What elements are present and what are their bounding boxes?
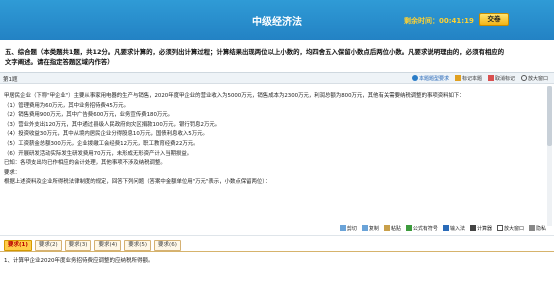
question-requirements-link[interactable]: 本题题型要求 xyxy=(411,75,449,82)
mark-question-label: 标记本题 xyxy=(461,76,482,82)
remaining-time: 剩余时间：00:41:19 xyxy=(404,17,474,25)
unmark-question-label: 取消标记 xyxy=(494,76,515,82)
exam-header: 中级经济法 剩余时间：00:41:19 交卷 xyxy=(0,0,554,40)
scrollbar-thumb[interactable] xyxy=(547,86,552,146)
unmark-question-button[interactable]: 取消标记 xyxy=(487,75,515,82)
passage-scrollbar[interactable] xyxy=(547,86,552,226)
input-method-label: 输入法 xyxy=(449,226,465,232)
passage-line: 根据上述资料及企业所得税法律制度的规定，回答下列问题（答案中金额单位用"万元"表… xyxy=(4,179,271,186)
privacy-button[interactable]: 隐私 xyxy=(528,225,546,232)
copy-button[interactable]: 复制 xyxy=(361,225,379,232)
passage-line: （2）销售费用900万元，其中广告费600万元，业务宣传费180万元。 xyxy=(4,112,174,119)
formula-icon xyxy=(405,225,412,231)
paste-button[interactable]: 粘贴 xyxy=(383,225,401,232)
formula-symbol-label: 公式有符号 xyxy=(412,226,438,232)
privacy-icon xyxy=(528,225,535,231)
passage-line: 要求： xyxy=(4,169,21,176)
case-passage: 甲居民企业（下称"甲企业"）主要从事家用电器的生产与销售，2020年度甲企业的营… xyxy=(4,92,542,188)
instructions-line-1: 五、综合题（本类题共1题，共12分。凡要求计算的，必须列出计算过程；计算结果出现… xyxy=(5,48,505,56)
copy-icon xyxy=(361,225,368,231)
passage-line: （5）工资薪金总额300万元，企业拨缴工会经费12万元，职工教育经费22万元。 xyxy=(4,140,199,147)
enlarge-answer-window-button[interactable]: 放大窗口 xyxy=(496,225,524,232)
paste-icon xyxy=(383,225,390,231)
tab-requirement-4[interactable]: 要求(4) xyxy=(94,240,122,251)
passage-line: （6）开展研发活动实际发生研发费用70万元，未形成无形资产计入当期损益。 xyxy=(4,150,193,157)
window-icon xyxy=(496,225,503,231)
enlarge-answer-window-label: 放大窗口 xyxy=(503,226,524,232)
copy-label: 复制 xyxy=(368,226,379,232)
calculator-label: 计算器 xyxy=(476,226,492,232)
formula-symbol-button[interactable]: 公式有符号 xyxy=(405,225,438,232)
question-tools: 本题题型要求 标记本题 取消标记 放大窗口 xyxy=(411,75,548,82)
privacy-label: 隐私 xyxy=(535,226,546,232)
subquestion-text: 1、计算甲企业2020年度业务招待费应调整的应纳税所得额。 xyxy=(4,258,154,264)
tab-requirement-6[interactable]: 要求(6) xyxy=(154,240,181,251)
magnify-icon xyxy=(520,75,527,81)
calculator-button[interactable]: 计算器 xyxy=(469,225,492,232)
tab-requirement-3[interactable]: 要求(3) xyxy=(64,240,92,251)
subquestion-panel: 1、计算甲企业2020年度业务招待费应调整的应纳税所得额。 xyxy=(0,251,554,289)
question-requirements-label: 本题题型要求 xyxy=(418,76,449,82)
enlarge-window-label: 放大窗口 xyxy=(527,76,548,82)
cut-button[interactable]: 剪切 xyxy=(339,225,357,232)
eraser-icon xyxy=(487,75,494,81)
answer-edit-toolbar: 剪切 复制 粘贴 公式有符号 输入法 计算器 放大窗口 隐私 xyxy=(0,222,554,236)
tab-requirement-1[interactable]: 要求(1) xyxy=(4,240,32,251)
edit-tools-row: 剪切 复制 粘贴 公式有符号 输入法 计算器 放大窗口 隐私 xyxy=(339,225,546,232)
keyboard-icon xyxy=(442,225,449,231)
question-instructions: 五、综合题（本类题共1题，共12分。凡要求计算的，必须列出计算过程；计算结果出现… xyxy=(0,41,554,73)
pencil-icon xyxy=(454,75,461,81)
tab-requirement-2[interactable]: 要求(2) xyxy=(34,240,62,251)
submit-exam-button[interactable]: 交卷 xyxy=(479,13,509,26)
mark-question-button[interactable]: 标记本题 xyxy=(454,75,482,82)
instructions-text: 五、综合题（本类题共1题，共12分。凡要求计算的，必须列出计算过程；计算结果出现… xyxy=(5,47,550,67)
scissors-icon xyxy=(339,225,346,231)
passage-line: （4）投资收益30万元，其中从境内居民企业分得股息10万元，国债利息收入5万元。 xyxy=(4,131,208,138)
tab-requirement-5[interactable]: 要求(5) xyxy=(124,240,152,251)
subquestion-tabs: 要求(1) 要求(2) 要求(3) 要求(4) 要求(5) 要求(6) xyxy=(4,240,181,251)
paste-label: 粘贴 xyxy=(390,226,401,232)
instructions-line-2: 文字阐述。请在指定答题区域内作答） xyxy=(5,58,114,66)
cut-label: 剪切 xyxy=(346,226,357,232)
info-icon xyxy=(411,75,418,81)
passage-line: 已知：各项支出均已作相应的会计处理，其他事项不涉及纳税调整。 xyxy=(4,160,166,167)
question-number: 第1题 xyxy=(3,77,18,83)
enlarge-window-button[interactable]: 放大窗口 xyxy=(520,75,548,82)
passage-line: （1）管理费用为60万元，其中业务招待费45万元。 xyxy=(4,102,129,109)
passage-line: 甲居民企业（下称"甲企业"）主要从事家用电器的生产与销售，2020年度甲企业的营… xyxy=(4,93,465,99)
calculator-icon xyxy=(469,225,476,231)
input-method-button[interactable]: 输入法 xyxy=(442,225,465,232)
passage-line: （3）营业外支出120万元，其中通过县级人民政府向灾区捐款100万元，银行罚息2… xyxy=(4,121,221,128)
question-toolbar: 第1题 本题题型要求 标记本题 取消标记 放大窗口 xyxy=(0,73,554,84)
